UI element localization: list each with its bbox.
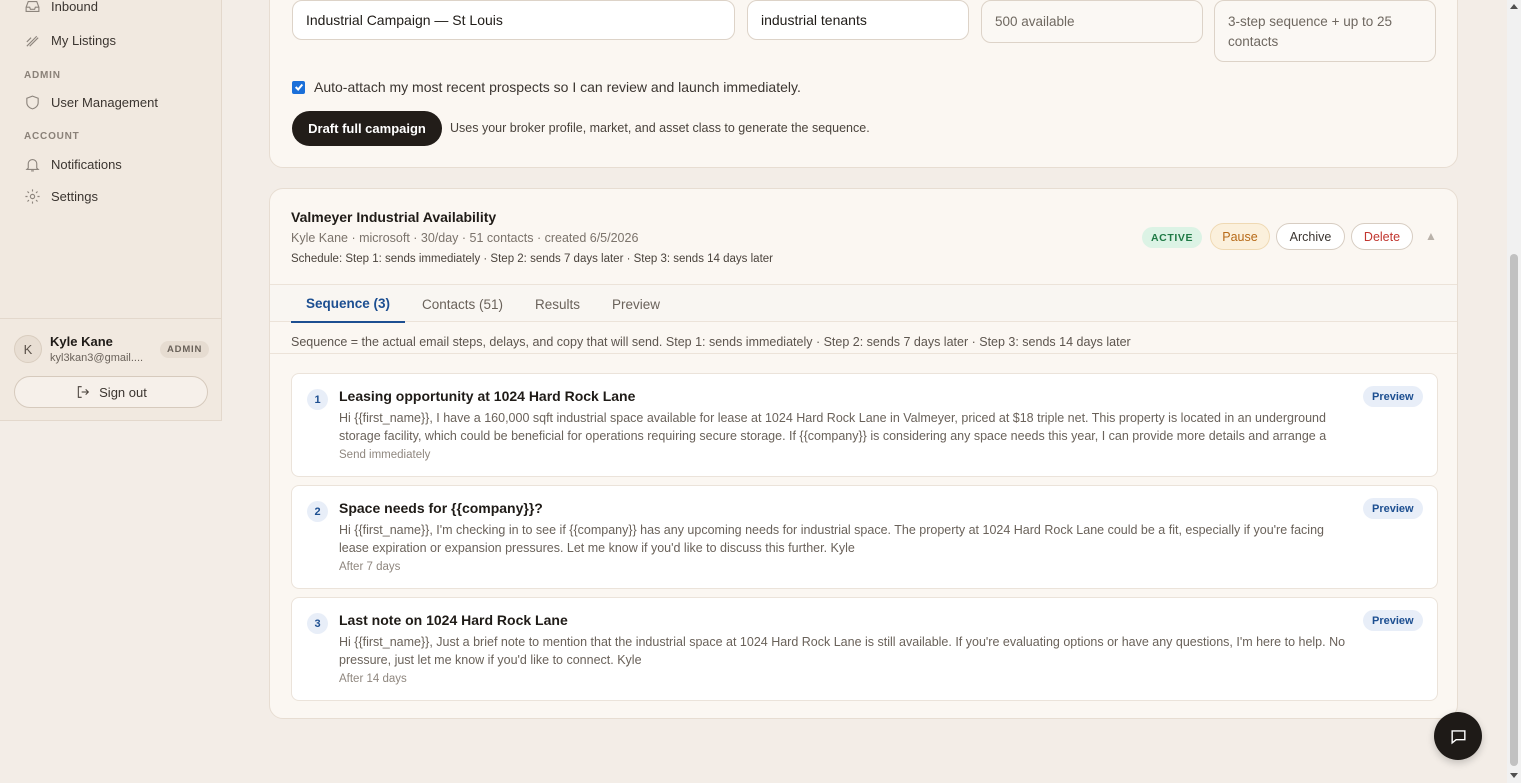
bell-icon (25, 158, 40, 172)
step-number: 3 (307, 613, 328, 634)
user-name: Kyle Kane (50, 334, 113, 349)
step-body: Hi {{first_name}}, I have a 160,000 sqft… (339, 411, 1327, 443)
sign-out-label: Sign out (99, 384, 147, 400)
tab-contacts[interactable]: Contacts (51) (422, 285, 503, 323)
sidebar-item-label: My Listings (51, 33, 117, 48)
step-preview-button[interactable]: Preview (1363, 386, 1423, 407)
user-panel: K Kyle Kane kyl3kan3@gmail.... ADMIN Sig… (0, 318, 222, 421)
sidebar-item-my-listings[interactable]: My Listings (24, 32, 116, 49)
scrollbar[interactable] (1507, 0, 1521, 783)
admin-section-heading: ADMIN (24, 70, 61, 81)
account-section-heading: ACCOUNT (24, 131, 80, 142)
sequence-note: Sequence = the actual email steps, delay… (291, 335, 1131, 349)
step-preview-button[interactable]: Preview (1363, 498, 1423, 519)
sidebar-item-settings[interactable]: Settings (24, 188, 98, 205)
sidebar: Inbound My Listings ADMIN User Managemen… (0, 0, 222, 421)
sidebar-item-label: Notifications (51, 157, 122, 172)
step-subject: Last note on 1024 Hard Rock Lane (339, 612, 568, 628)
auto-attach-checkbox[interactable] (292, 80, 305, 94)
archive-button[interactable]: Archive (1276, 223, 1345, 250)
sidebar-item-label: User Management (51, 95, 158, 110)
status-badge: ACTIVE (1142, 227, 1203, 248)
draft-campaign-button[interactable]: Draft full campaign (292, 111, 442, 146)
avatar: K (14, 335, 42, 363)
campaign-tabs: Sequence (3) Contacts (51) Results Previ… (270, 284, 1457, 323)
sidebar-item-inbound[interactable]: Inbound (24, 0, 98, 15)
step-delay: After 7 days (339, 561, 401, 573)
sequence-step: 1 Leasing opportunity at 1024 Hard Rock … (291, 373, 1438, 477)
audience-field[interactable]: industrial tenants (747, 0, 969, 40)
auto-attach-label: Auto-attach my most recent prospects so … (314, 79, 801, 95)
step-body: Hi {{first_name}}, Just a brief note to … (339, 635, 1346, 667)
sequence-step: 3 Last note on 1024 Hard Rock Lane Hi {{… (291, 597, 1438, 701)
chat-icon (1450, 729, 1466, 744)
sidebar-item-notifications[interactable]: Notifications (24, 156, 122, 173)
chat-button[interactable] (1434, 712, 1482, 760)
scroll-down-arrow-icon[interactable] (1510, 773, 1518, 778)
pause-button[interactable]: Pause (1210, 223, 1270, 250)
collapse-chevron-icon[interactable]: ▲ (1425, 229, 1437, 243)
campaign-card: Valmeyer Industrial Availability Kyle Ka… (269, 188, 1458, 719)
campaign-schedule: Schedule: Step 1: sends immediately · St… (291, 253, 773, 265)
user-email: kyl3kan3@gmail.... (50, 352, 144, 364)
sign-out-button[interactable]: Sign out (14, 376, 208, 408)
delete-button[interactable]: Delete (1351, 223, 1413, 250)
sidebar-item-label: Inbound (51, 0, 98, 14)
listings-icon (26, 35, 39, 47)
campaign-name-field[interactable]: Industrial Campaign — St Louis (292, 0, 735, 40)
campaign-meta: Kyle Kane · microsoft · 30/day · 51 cont… (291, 231, 639, 245)
sign-out-icon (77, 386, 90, 398)
available-count-field: 500 available (981, 0, 1203, 43)
step-number: 1 (307, 389, 328, 410)
step-body: Hi {{first_name}}, I'm checking in to se… (339, 523, 1324, 555)
divider (270, 353, 1457, 354)
sidebar-item-label: Settings (51, 189, 98, 204)
check-icon (294, 83, 303, 91)
auto-attach-option[interactable]: Auto-attach my most recent prospects so … (292, 79, 801, 95)
tab-sequence[interactable]: Sequence (3) (291, 285, 406, 323)
tab-preview[interactable]: Preview (612, 285, 660, 323)
scroll-up-arrow-icon[interactable] (1510, 4, 1518, 9)
gear-icon (25, 189, 40, 204)
step-delay: After 14 days (339, 673, 407, 685)
step-subject: Leasing opportunity at 1024 Hard Rock La… (339, 388, 636, 404)
step-subject: Space needs for {{company}}? (339, 500, 543, 516)
sequence-info-field: 3-step sequence + up to 25 contacts (1214, 0, 1436, 62)
role-badge: ADMIN (160, 341, 210, 358)
step-number: 2 (307, 501, 328, 522)
step-delay: Send immediately (339, 449, 431, 461)
draft-hint: Uses your broker profile, market, and as… (450, 121, 870, 135)
step-preview-button[interactable]: Preview (1363, 610, 1423, 631)
sidebar-item-user-management[interactable]: User Management (24, 94, 158, 111)
campaign-title: Valmeyer Industrial Availability (291, 209, 497, 225)
shield-icon (26, 95, 39, 110)
inbox-icon (25, 0, 40, 13)
tab-results[interactable]: Results (535, 285, 580, 323)
scrollbar-thumb[interactable] (1510, 254, 1518, 766)
sequence-step: 2 Space needs for {{company}}? Hi {{firs… (291, 485, 1438, 589)
